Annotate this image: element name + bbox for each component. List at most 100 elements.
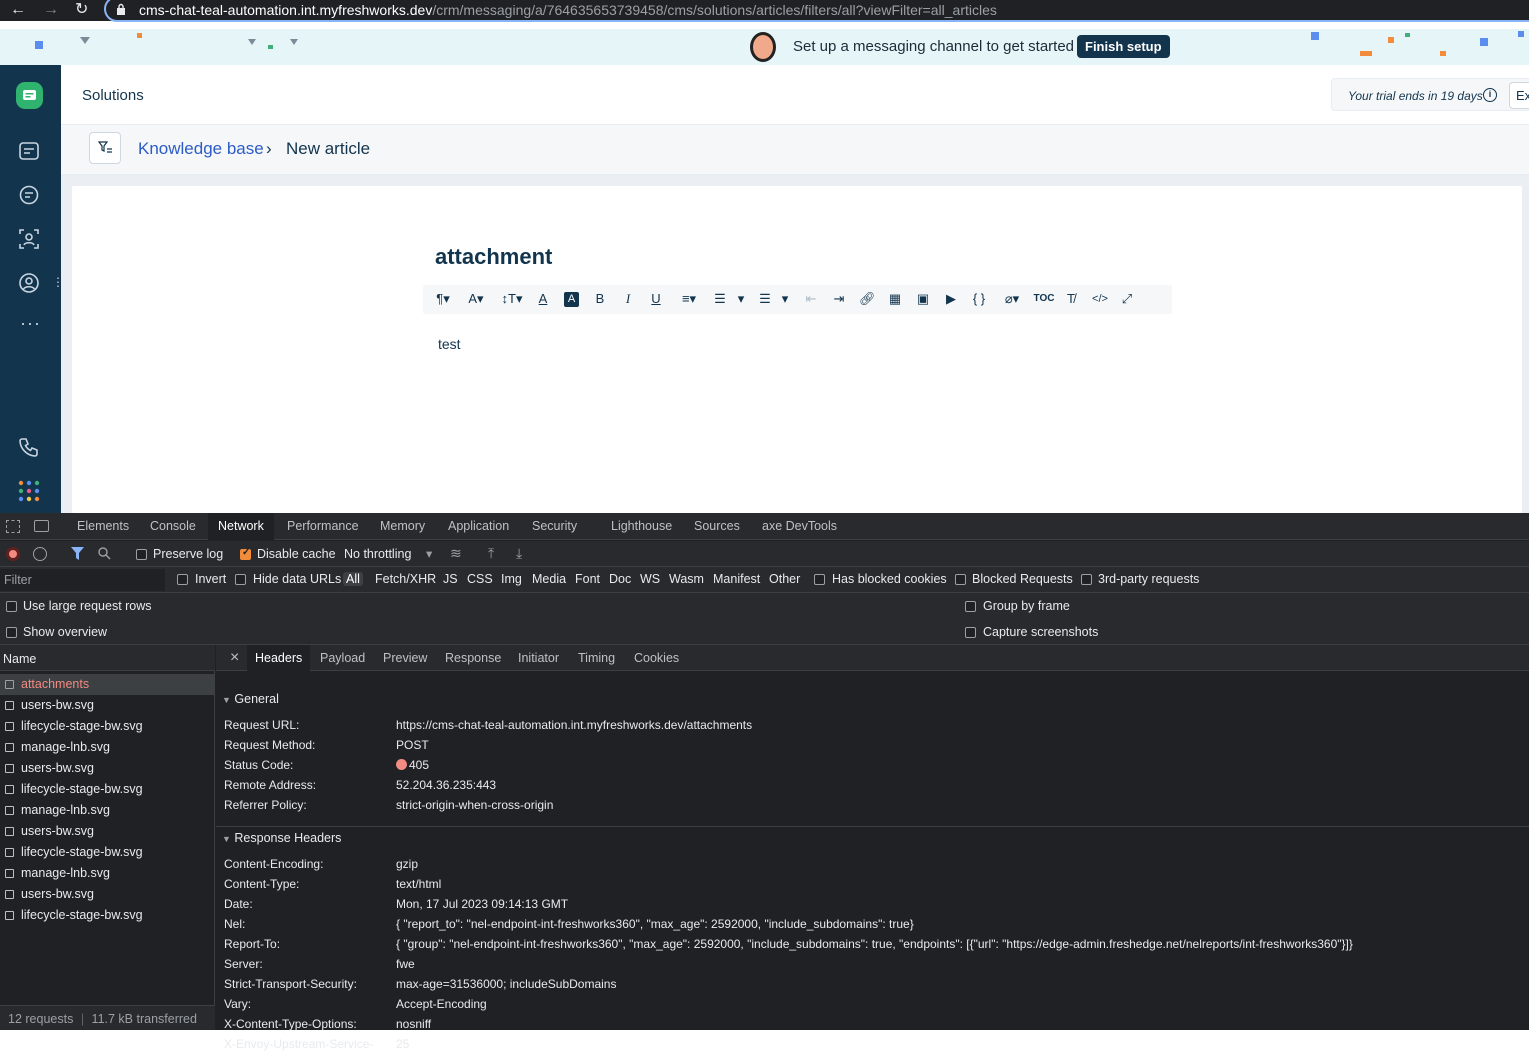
filter-type-manifest[interactable]: Manifest — [713, 572, 760, 586]
tab-security[interactable]: Security — [524, 513, 585, 540]
request-row[interactable]: manage-lnb.svg — [0, 863, 215, 884]
account-icon[interactable] — [18, 272, 40, 294]
clear-formatting-icon[interactable]: T̸ — [1063, 289, 1079, 309]
filter-type-font[interactable]: Font — [575, 572, 600, 586]
chevron-down-icon[interactable]: ▾ — [426, 546, 432, 561]
show-overview-checkbox[interactable] — [6, 627, 17, 638]
tab-console[interactable]: Console — [142, 513, 204, 540]
upload-icon[interactable]: ⤒ — [488, 545, 494, 562]
contacts-icon[interactable] — [18, 228, 40, 250]
request-row[interactable]: lifecycle-stage-bw.svg — [0, 779, 215, 800]
tab-performance[interactable]: Performance — [279, 513, 367, 540]
general-section-header[interactable]: ▼ General — [216, 688, 1529, 710]
request-row[interactable]: attachments — [0, 674, 215, 695]
tab-network[interactable]: Network — [208, 513, 274, 540]
invert-checkbox[interactable] — [177, 574, 188, 585]
numbered-list-icon[interactable]: ☰ — [712, 289, 728, 309]
tab-cookies[interactable]: Cookies — [626, 645, 687, 671]
video-icon[interactable]: ▶ — [943, 289, 959, 309]
conversations-icon[interactable] — [18, 184, 40, 206]
filter-type-js[interactable]: JS — [443, 572, 458, 586]
large-rows-checkbox[interactable] — [6, 601, 17, 612]
request-row[interactable]: lifecycle-stage-bw.svg — [0, 716, 215, 737]
toc-icon[interactable]: TOC — [1033, 289, 1055, 309]
table-icon[interactable]: ▦ — [887, 289, 903, 309]
bullet-list-icon[interactable]: ☰ — [757, 289, 773, 309]
filter-type-fetch-xhr[interactable]: Fetch/XHR — [375, 572, 436, 586]
request-row[interactable]: users-bw.svg — [0, 758, 215, 779]
logo-icon[interactable] — [16, 82, 43, 109]
tab-headers[interactable]: Headers — [247, 645, 311, 671]
link-icon[interactable]: 🔗︎ — [859, 289, 876, 309]
text-color-icon[interactable]: A — [535, 289, 551, 309]
indent-icon[interactable]: ⇥ — [831, 289, 847, 309]
info-icon[interactable]: i — [1483, 88, 1497, 102]
request-row[interactable]: manage-lnb.svg — [0, 737, 215, 758]
download-icon[interactable]: ⤓ — [516, 545, 522, 562]
image-icon[interactable]: ▣ — [915, 289, 931, 309]
hide-data-urls-checkbox[interactable] — [235, 574, 246, 585]
blocked-requests-checkbox[interactable] — [955, 574, 966, 585]
request-row[interactable]: users-bw.svg — [0, 821, 215, 842]
back-icon[interactable]: ← — [10, 1, 26, 19]
clear-icon[interactable] — [33, 547, 47, 561]
reload-icon[interactable]: ↻ — [75, 1, 88, 19]
request-row[interactable]: lifecycle-stage-bw.svg — [0, 842, 215, 863]
font-family-icon[interactable]: A▾ — [463, 289, 489, 309]
tab-initiator[interactable]: Initiator — [510, 645, 567, 671]
italic-icon[interactable]: I — [620, 289, 636, 309]
chevron-down-icon[interactable]: ▾ — [735, 289, 747, 309]
filter-type-ws[interactable]: WS — [640, 572, 660, 586]
inbox-icon[interactable] — [18, 140, 40, 162]
request-row[interactable]: users-bw.svg — [0, 695, 215, 716]
font-size-icon[interactable]: ↕T▾ — [499, 289, 525, 309]
tab-preview[interactable]: Preview — [375, 645, 435, 671]
tab-payload[interactable]: Payload — [312, 645, 373, 671]
record-icon[interactable] — [6, 547, 20, 561]
has-blocked-cookies-checkbox[interactable] — [814, 574, 825, 585]
underline-icon[interactable]: U — [648, 289, 664, 309]
tab-memory[interactable]: Memory — [372, 513, 433, 540]
filter-type-img[interactable]: Img — [501, 572, 522, 586]
filter-icon[interactable] — [71, 547, 84, 560]
phone-icon[interactable] — [18, 436, 40, 458]
close-icon[interactable]: × — [222, 645, 247, 671]
tab-sources[interactable]: Sources — [686, 513, 748, 540]
response-headers-section-header[interactable]: ▼ Response Headers — [216, 826, 1529, 848]
filter-input[interactable]: Filter — [0, 569, 165, 591]
inspect-element-icon[interactable] — [6, 520, 20, 533]
finish-setup-button[interactable]: Finish setup — [1077, 35, 1170, 58]
align-icon[interactable]: ≡▾ — [676, 289, 702, 309]
outdent-icon[interactable]: ⇤ — [803, 289, 819, 309]
filter-type-doc[interactable]: Doc — [609, 572, 631, 586]
paragraph-format-icon[interactable]: ¶▾ — [431, 289, 455, 309]
forward-icon[interactable]: → — [43, 1, 59, 19]
filter-type-media[interactable]: Media — [532, 572, 566, 586]
article-title-input[interactable]: attachment — [435, 244, 552, 270]
group-by-frame-checkbox[interactable] — [965, 601, 976, 612]
tab-application[interactable]: Application — [440, 513, 517, 540]
tab-lighthouse[interactable]: Lighthouse — [603, 513, 680, 540]
attachment-icon[interactable]: ⌀▾ — [999, 289, 1025, 309]
tab-response[interactable]: Response — [437, 645, 509, 671]
url-input[interactable]: cms-chat-teal-automation.int.myfreshwork… — [104, 0, 1529, 22]
device-toolbar-icon[interactable] — [34, 520, 49, 532]
chevron-down-icon[interactable]: ▾ — [779, 289, 791, 309]
breadcrumb-knowledge-base-link[interactable]: Knowledge base — [138, 139, 264, 159]
apps-icon[interactable] — [18, 480, 40, 502]
request-row[interactable]: users-bw.svg — [0, 884, 215, 905]
filter-type-css[interactable]: CSS — [467, 572, 493, 586]
preserve-log-checkbox[interactable] — [136, 549, 147, 560]
request-row[interactable]: lifecycle-stage-bw.svg — [0, 905, 215, 926]
throttling-select[interactable]: No throttling — [344, 547, 411, 561]
tab-axe-devtools[interactable]: axe DevTools — [754, 513, 845, 540]
code-view-icon[interactable]: </> — [1089, 289, 1111, 309]
disable-cache-checkbox[interactable] — [240, 547, 251, 560]
search-icon[interactable] — [98, 547, 111, 560]
request-row[interactable]: manage-lnb.svg — [0, 800, 215, 821]
bold-icon[interactable]: B — [592, 289, 608, 309]
third-party-checkbox[interactable] — [1081, 574, 1092, 585]
filter-toggle-button[interactable] — [89, 132, 121, 164]
fullscreen-icon[interactable]: ⤢ — [1119, 289, 1135, 309]
filter-type-wasm[interactable]: Wasm — [669, 572, 704, 586]
